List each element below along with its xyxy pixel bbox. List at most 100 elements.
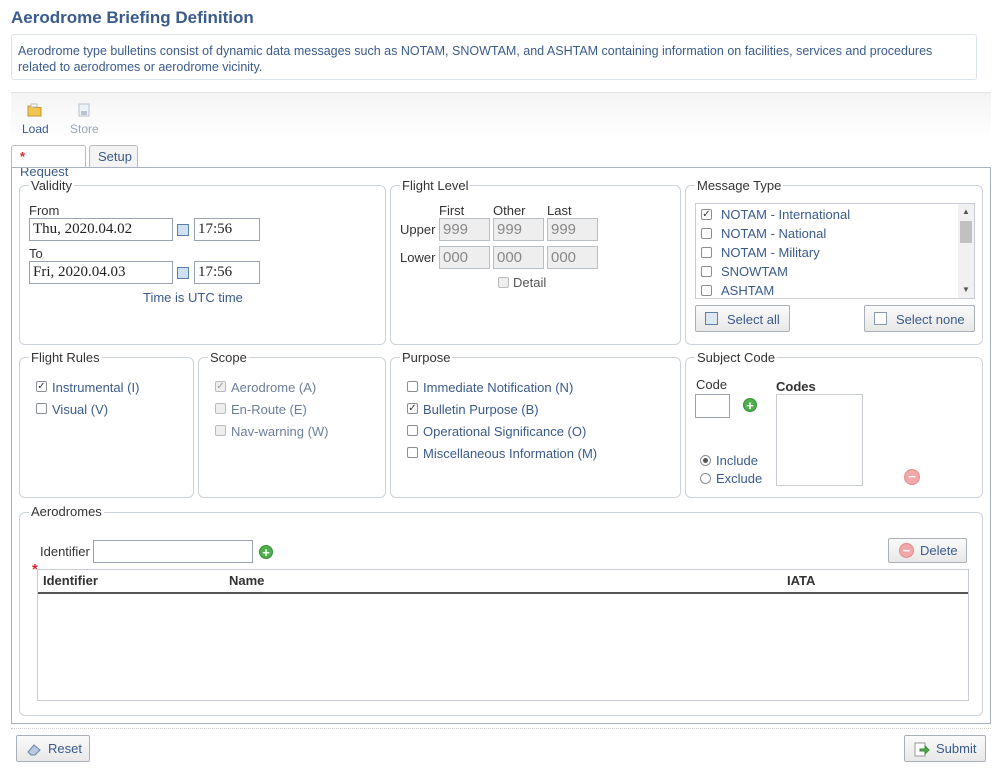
store-button[interactable]: Store [70,103,99,136]
enroute-scope-checkbox[interactable] [215,403,226,414]
add-aerodrome-icon[interactable]: + [259,545,273,559]
bulletin-label: Bulletin Purpose (B) [423,402,539,417]
scroll-up-icon[interactable]: ▲ [962,207,970,216]
message-type-label: NOTAM - International [721,207,851,222]
code-input[interactable] [695,394,730,418]
tab-request[interactable]: * Request [11,145,86,179]
identifier-label: Identifier [40,544,90,559]
eraser-icon [27,744,41,756]
to-time-input[interactable] [194,261,260,284]
to-date-input[interactable] [29,261,173,284]
misc-checkbox[interactable] [407,447,418,458]
message-type-checkbox[interactable] [701,228,712,239]
message-type-label: SNOWTAM [721,264,788,279]
exclude-radio[interactable] [700,473,711,484]
upper-other-input[interactable] [493,218,544,241]
message-type-checkbox[interactable] [701,247,712,258]
select-none-label: Select none [896,312,965,327]
col-identifier[interactable]: Identifier [43,573,98,588]
submit-label: Submit [936,741,977,756]
to-label: To [29,246,43,261]
reset-button[interactable]: Reset [16,735,90,762]
aerodrome-scope-checkbox[interactable]: ✓ [215,381,226,392]
page-title: Aerodrome Briefing Definition [11,8,254,27]
scroll-down-icon[interactable]: ▼ [962,285,970,294]
detail-checkbox[interactable] [498,277,509,288]
visual-label: Visual (V) [52,402,109,417]
col-last-label: Last [547,203,572,218]
col-other-label: Other [493,203,526,218]
from-label: From [29,203,60,218]
message-type-label: ASHTAM [721,283,775,298]
subject-code-legend: Subject Code [695,350,778,365]
include-radio[interactable] [700,455,711,466]
flight-level-legend: Flight Level [400,178,471,193]
upper-label: Upper [400,222,436,237]
lower-label: Lower [400,250,436,265]
instrumental-checkbox[interactable]: ✓ [36,381,47,392]
enroute-scope-label: En-Route (E) [231,402,307,417]
submit-button[interactable]: Submit [904,735,986,762]
instrumental-label: Instrumental (I) [52,380,140,395]
immediate-label: Immediate Notification (N) [423,380,574,395]
add-code-icon[interactable]: + [743,398,757,412]
detail-label: Detail [513,275,547,290]
upper-first-input[interactable] [439,218,490,241]
scope-legend: Scope [208,350,249,365]
store-label: Store [70,122,99,136]
tab-setup[interactable]: Setup [89,145,138,167]
lower-first-input[interactable] [439,246,490,269]
folder-icon [27,103,42,117]
exclude-label: Exclude [716,471,763,486]
aerodromes-table: Identifier Name IATA [37,569,969,701]
identifier-input[interactable] [93,540,253,563]
navwarning-scope-checkbox[interactable] [215,425,226,436]
bulletin-checkbox[interactable]: ✓ [407,403,418,414]
message-type-label: NOTAM - National [721,226,827,241]
message-type-list[interactable]: ✓ NOTAM - International NOTAM - National… [695,203,975,299]
load-button[interactable]: Load [22,103,49,136]
col-first-label: First [439,203,465,218]
purpose-legend: Purpose [400,350,453,365]
codes-list[interactable] [776,394,863,486]
from-time-input[interactable] [194,218,260,241]
message-type-checkbox[interactable] [701,266,712,277]
col-name[interactable]: Name [229,573,264,588]
message-type-legend: Message Type [695,178,784,193]
aerodrome-scope-label: Aerodrome (A) [231,380,317,395]
lower-last-input[interactable] [547,246,598,269]
load-label: Load [22,122,49,136]
include-label: Include [716,453,758,468]
table-header: Identifier Name IATA [38,570,968,594]
calendar-icon[interactable] [177,267,189,279]
immediate-checkbox[interactable] [407,381,418,392]
visual-checkbox[interactable] [36,403,47,414]
validity-legend: Validity [29,178,74,193]
select-all-button[interactable]: Select all [695,305,790,332]
delete-icon: − [899,543,914,558]
select-none-icon [874,312,887,325]
delete-label: Delete [920,543,958,558]
scrollbar[interactable]: ▲ ▼ [958,204,974,298]
operational-checkbox[interactable] [407,425,418,436]
message-type-checkbox[interactable] [701,285,712,296]
submit-icon [914,742,930,757]
select-all-icon [705,312,718,325]
aerodromes-legend: Aerodromes [29,504,104,519]
remove-code-icon[interactable]: − [904,469,920,485]
operational-label: Operational Significance (O) [423,424,587,439]
message-type-checkbox[interactable]: ✓ [701,209,712,220]
flight-rules-legend: Flight Rules [29,350,102,365]
delete-button[interactable]: − Delete [888,538,967,563]
message-type-label: NOTAM - Military [721,245,820,260]
lower-other-input[interactable] [493,246,544,269]
scrollbar-thumb[interactable] [960,221,972,243]
from-date-input[interactable] [29,218,173,241]
page-description: Aerodrome type bulletins consist of dyna… [11,34,977,80]
codes-label: Codes [776,379,816,394]
code-label: Code [696,377,728,392]
col-iata[interactable]: IATA [787,573,815,588]
select-none-button[interactable]: Select none [864,305,975,332]
upper-last-input[interactable] [547,218,598,241]
calendar-icon[interactable] [177,224,189,236]
